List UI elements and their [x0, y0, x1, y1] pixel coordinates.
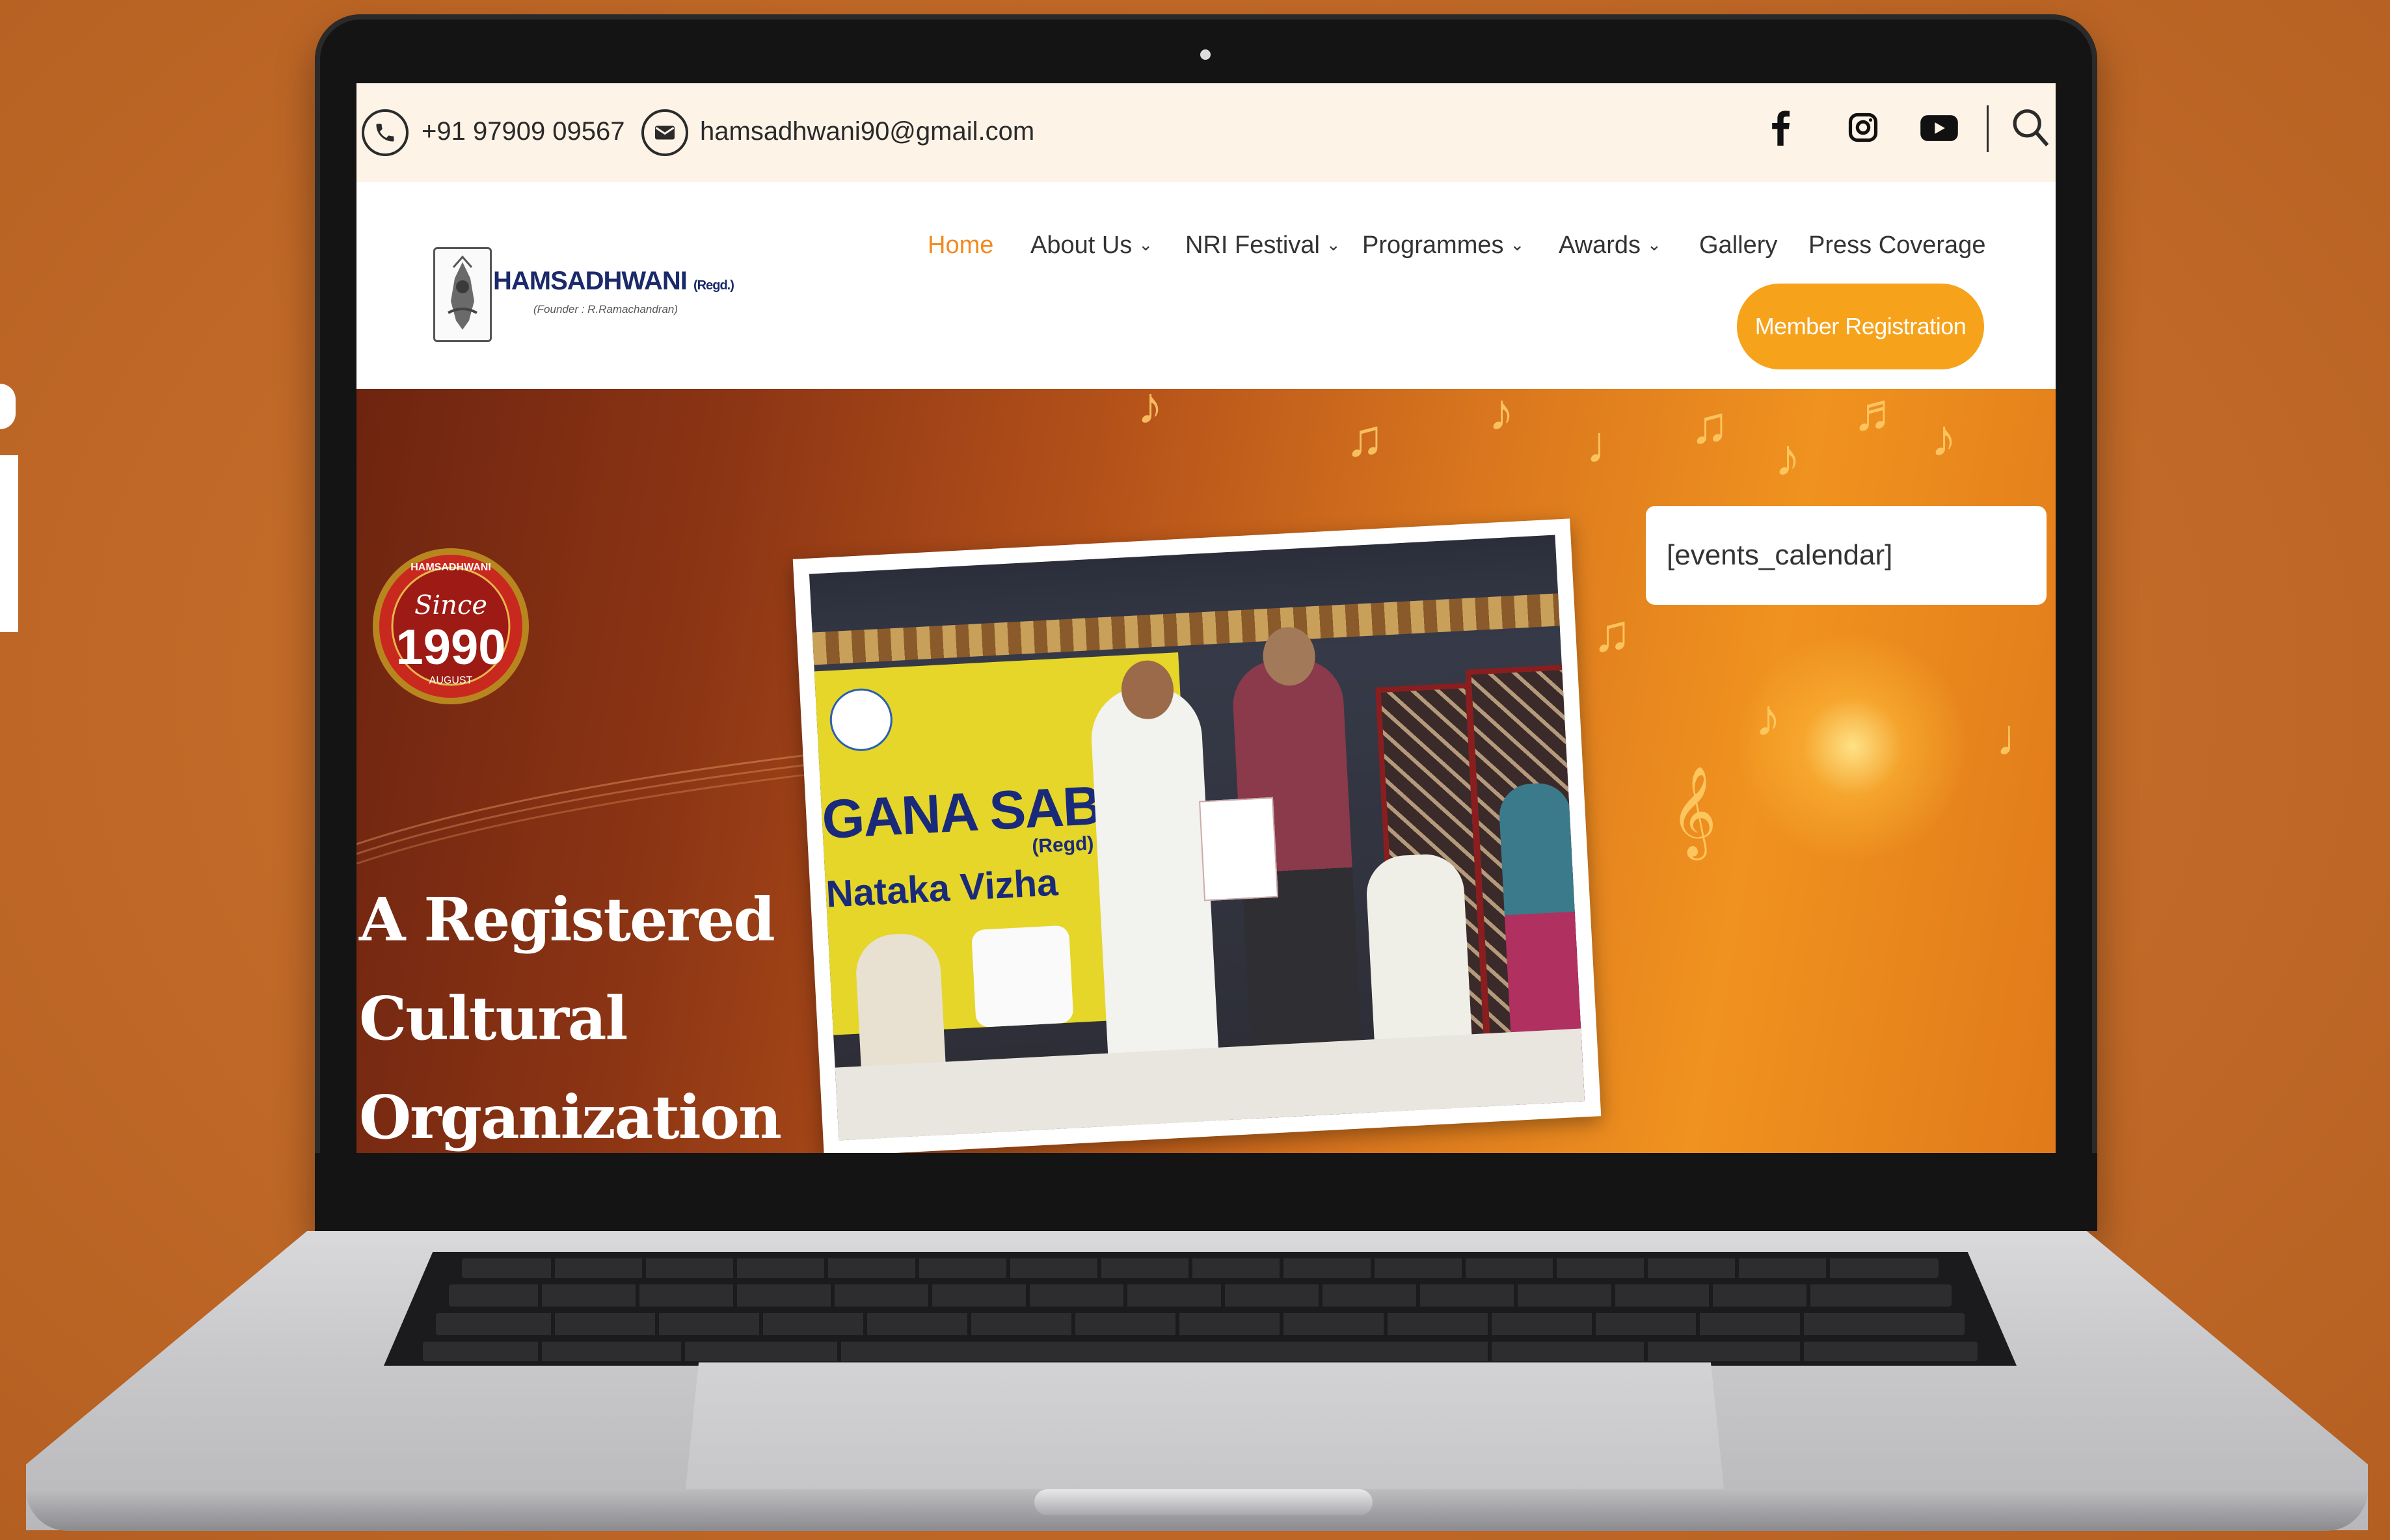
badge-year: 1990: [396, 620, 506, 675]
chair: [971, 925, 1074, 1028]
events-calendar-widget: [events_calendar]: [1646, 506, 2047, 605]
chevron-down-icon: ⌄: [1647, 235, 1661, 254]
event-photo: GANA SABHA (Regd) Nataka Vizha: [792, 518, 1602, 1153]
music-note-icon: ♬: [1853, 389, 1905, 441]
music-note-icon: ♪: [1755, 689, 1781, 747]
nav-programmes-label: Programmes: [1362, 232, 1504, 259]
badge-top-text: HAMSADHWANI: [410, 562, 491, 573]
facebook-icon[interactable]: [1771, 109, 1790, 153]
hero-heading: A Registered Cultural Organization: [359, 870, 782, 1153]
logo-emblem[interactable]: [433, 247, 492, 342]
site-header: HAMSADHWANI (Regd.) (Founder : R.Ramacha…: [356, 182, 2056, 389]
music-note-icon: ♫: [1592, 604, 1631, 662]
banner-regd: (Regd): [1031, 832, 1095, 858]
hero-section: ♪ ♫ ♪ ♩ ♫ ♪ ♬ ♪ ♫ ♪ ♩ 𝄞 HAMSADHWANI Sinc…: [356, 389, 2056, 1153]
email-address[interactable]: hamsadhwani90@gmail.com: [700, 117, 1034, 146]
partial-letter-glyph: [0, 384, 18, 632]
treble-clef-icon: 𝄞: [1671, 767, 1717, 855]
phone-number[interactable]: +91 97909 09567: [422, 117, 625, 146]
music-note-icon: ♪: [1137, 389, 1163, 434]
logo-founder: (Founder : R.Ramachandran): [533, 303, 678, 315]
chevron-down-icon: ⌄: [1138, 235, 1153, 254]
music-note-icon: ♫: [1345, 409, 1384, 467]
member-registration-button[interactable]: Member Registration: [1737, 284, 1984, 369]
certificate: [1199, 797, 1278, 901]
music-note-icon: ♫: [1690, 396, 1729, 454]
nav-about-us[interactable]: About Us ⌄: [1030, 232, 1153, 259]
music-note-icon: ♩: [1996, 708, 2048, 766]
phone-icon: [362, 109, 409, 156]
lid-opening-notch: [1034, 1489, 1373, 1515]
webcam: [1200, 49, 1211, 60]
nav-home[interactable]: Home: [928, 232, 993, 259]
youtube-icon[interactable]: [1919, 113, 1959, 146]
hero-heading-line-3: Organization: [359, 1082, 782, 1152]
chevron-down-icon: ⌄: [1326, 235, 1341, 254]
laptop-bottom-bezel: [315, 1153, 2097, 1231]
nav-nri-festival[interactable]: NRI Festival ⌄: [1185, 232, 1341, 259]
top-info-bar: +91 97909 09567 hamsadhwani90@gmail.com: [356, 83, 2056, 182]
hero-heading-line-1: A Registered: [359, 884, 775, 955]
email-icon: [641, 109, 688, 156]
logo-title-text: HAMSADHWANI: [493, 267, 688, 295]
keyboard: [384, 1252, 2017, 1366]
search-icon[interactable]: [2011, 108, 2049, 152]
instagram-icon[interactable]: [1846, 111, 1880, 148]
music-note-icon: ♩: [1586, 416, 1638, 473]
music-note-icon: ♪: [1488, 389, 1514, 441]
nav-about-us-label: About Us: [1030, 232, 1133, 259]
music-note-icon: ♪: [1775, 429, 1801, 486]
topbar-divider: [1987, 105, 1989, 152]
nav-home-label: Home: [928, 232, 994, 259]
nav-gallery-label: Gallery: [1699, 232, 1778, 259]
nav-nri-festival-label: NRI Festival: [1185, 232, 1320, 259]
nav-press-coverage[interactable]: Press Coverage: [1808, 232, 1985, 259]
nav-awards-label: Awards: [1559, 232, 1641, 259]
chevron-down-icon: ⌄: [1510, 235, 1525, 254]
laptop-screen: +91 97909 09567 hamsadhwani90@gmail.com: [356, 83, 2056, 1153]
nav-awards[interactable]: Awards ⌄: [1559, 232, 1661, 259]
nav-programmes[interactable]: Programmes ⌄: [1362, 232, 1524, 259]
logo-title[interactable]: HAMSADHWANI (Regd.): [493, 267, 734, 296]
nav-gallery[interactable]: Gallery: [1699, 232, 1777, 259]
logo-regd: (Regd.): [693, 278, 734, 293]
hero-heading-line-2: Cultural: [359, 983, 628, 1054]
badge-month: AUGUST: [429, 675, 473, 686]
nav-press-coverage-label: Press Coverage: [1808, 232, 1986, 259]
since-1990-badge: HAMSADHWANI Since 1990 AUGUST: [369, 519, 532, 734]
badge-since: Since: [414, 591, 488, 620]
music-note-icon: ♪: [1931, 409, 1957, 467]
stage-border-pattern: [812, 593, 1560, 665]
